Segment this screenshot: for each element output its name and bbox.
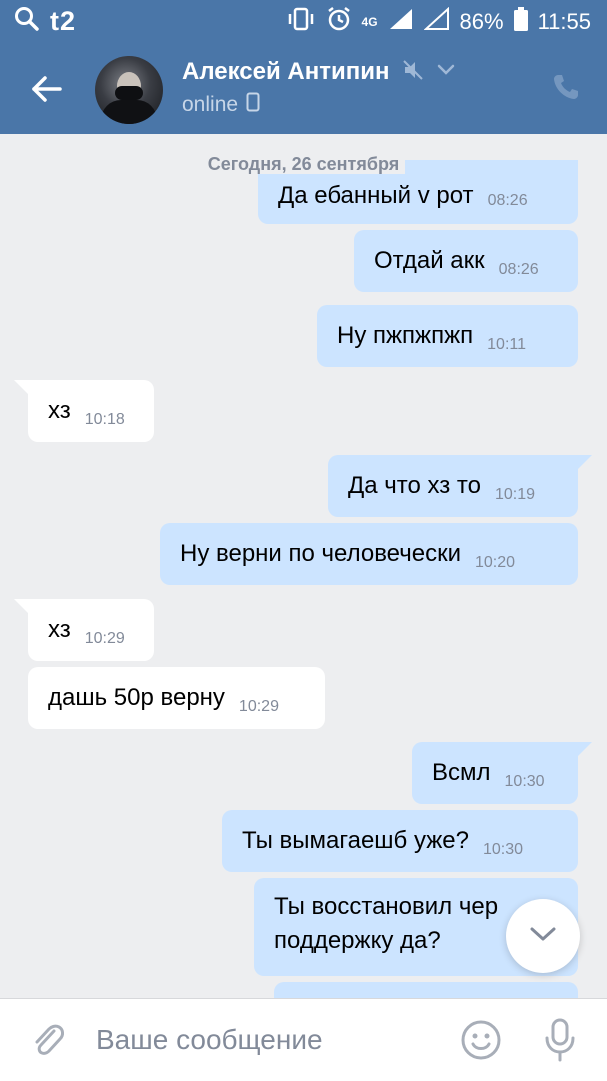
clock: 11:55 [537, 9, 591, 34]
contact-name[interactable]: Алексей Антипин [182, 58, 390, 86]
paperclip-icon[interactable] [30, 1021, 66, 1061]
status-bar: t2 4G 86% 11:55 [0, 0, 607, 42]
scroll-down-button[interactable] [506, 899, 580, 973]
outgoing-message[interactable]: Ты вымагаешб уже? 10:30 [222, 810, 578, 872]
incoming-message[interactable]: дашь 50р верну 10:29 [28, 667, 325, 729]
message-text: хз [48, 397, 71, 424]
message-text: Да ебанный v рот [278, 182, 474, 209]
message-text: Ты вымагаешб уже? [242, 827, 469, 854]
signal-empty-icon [422, 6, 450, 37]
message-time: 10:11 [487, 336, 527, 353]
message-composer [0, 998, 607, 1081]
back-arrow-icon[interactable] [30, 72, 64, 106]
message-text: Отдай акк [374, 247, 485, 274]
outgoing-message[interactable]: Да что хз то 10:19 [328, 455, 578, 517]
network-label: 4G [361, 15, 378, 29]
battery-icon [513, 7, 528, 37]
date-separator: Сегодня, 26 сентября [0, 154, 607, 175]
vibrate-icon [286, 7, 316, 37]
message-text: Ты восстановил чер поддержку да? [274, 893, 499, 954]
message-time: 10:30 [482, 841, 524, 858]
online-status: online [182, 92, 239, 116]
message-text: Да что хз то [348, 472, 481, 499]
message-time: 10:19 [494, 486, 536, 503]
avatar[interactable] [95, 56, 163, 124]
message-time: 10:30 [504, 773, 545, 790]
emoji-icon[interactable] [460, 1019, 502, 1061]
message-time: 08:26 [487, 192, 528, 209]
message-time: 10:29 [84, 630, 125, 647]
message-text: хз [48, 616, 71, 643]
mobile-device-icon [246, 92, 260, 117]
message-time: 10:29 [238, 698, 279, 715]
message-time: 10:20 [474, 554, 516, 571]
message-text: Ну верни по человечески [180, 540, 461, 567]
message-text: Всмл [432, 759, 491, 786]
search-icon [14, 6, 40, 37]
message-text: дашь 50р верну [48, 684, 225, 711]
incoming-message[interactable]: хз 10:18 [28, 380, 154, 442]
alarm-icon [326, 6, 352, 38]
battery-percent: 86% [459, 9, 504, 34]
outgoing-message[interactable]: Всмл 10:30 [412, 742, 578, 804]
outgoing-message[interactable]: Отдай акк 08:26 [354, 230, 578, 292]
message-input[interactable] [96, 1019, 436, 1061]
mute-icon [402, 59, 424, 86]
outgoing-message[interactable]: Ну верни по человечески 10:20 [160, 523, 578, 585]
microphone-icon[interactable] [540, 1017, 580, 1063]
incoming-message[interactable]: хз 10:29 [28, 599, 154, 661]
signal-icon [388, 7, 414, 37]
chat-header: Алексей Антипин online [0, 42, 607, 134]
message-time: 10:18 [84, 411, 125, 428]
message-text: Ну пжпжпжп [337, 322, 474, 349]
outgoing-message[interactable] [274, 982, 578, 998]
chevron-down-icon[interactable] [436, 63, 456, 82]
message-time: 08:26 [498, 261, 539, 278]
chevron-down-icon [528, 925, 558, 948]
carrier-label: t2 [50, 6, 77, 36]
phone-icon[interactable] [551, 72, 581, 102]
message-list[interactable]: Сегодня, 26 сентября Да ебанный v рот 08… [0, 134, 607, 998]
outgoing-message[interactable]: Ну пжпжпжп 10:11 [317, 305, 578, 367]
